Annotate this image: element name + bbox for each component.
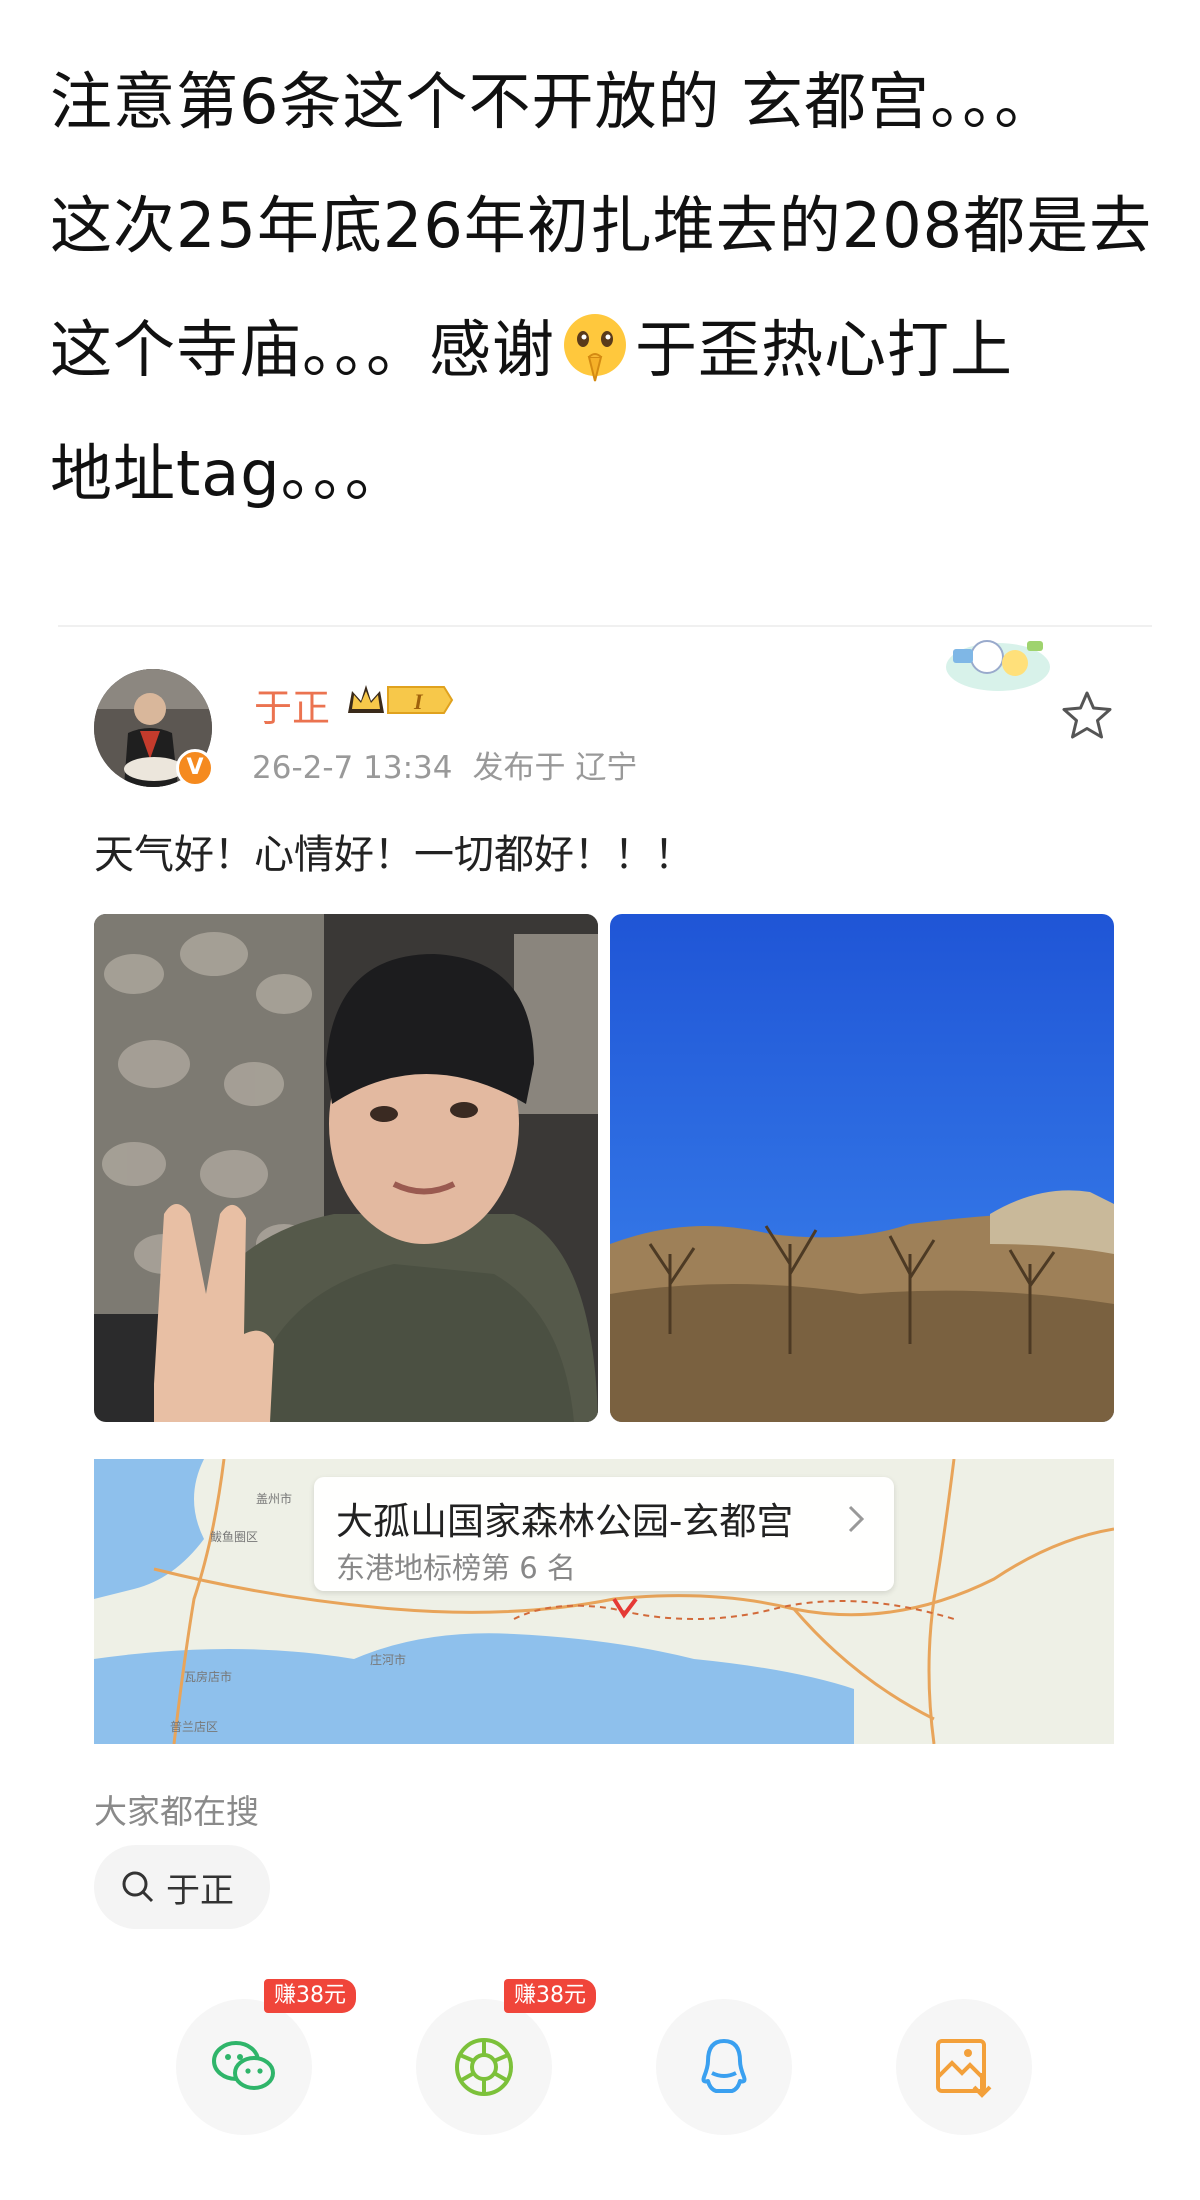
reward-badge: 赚38元 (264, 1979, 356, 2013)
map-city-label: 鲅鱼圈区 (210, 1530, 258, 1544)
trending-search-chip[interactable]: 于正 (94, 1845, 270, 1929)
location-card[interactable]: 大孤山国家森林公园-玄都宫 东港地标榜第 6 名 (314, 1477, 894, 1591)
favorite-star-icon[interactable] (1058, 687, 1116, 745)
level-text: I (413, 689, 424, 714)
chevron-right-icon (848, 1505, 865, 1533)
moments-icon (455, 2038, 513, 2096)
post-photo-landscape[interactable] (610, 914, 1114, 1422)
reward-badge: 赚38元 (504, 1979, 596, 2013)
wechat-icon (212, 2041, 275, 2090)
caption: 注意第6条这个不开放的 玄都宫。。。 这次25年底26年初扎堆去的208都是去 … (50, 40, 1160, 536)
map-city-label: 庄河市 (370, 1652, 406, 1667)
caption-line-1: 注意第6条这个不开放的 玄都宫。。。 (50, 65, 1058, 138)
selfie-image (94, 914, 598, 1422)
share-wechat-button[interactable] (176, 1999, 312, 2135)
location-map[interactable]: 盖州市 鲅鱼圈区 庄河市 瓦房店市 普兰店区 大孤山国家森林公园-玄都宫 东港地… (94, 1459, 1114, 1744)
post-location: 发布于 辽宁 (472, 750, 638, 786)
map-city-label: 普兰店区 (170, 1720, 218, 1734)
caption-line-3-pre: 这个寺庙。。。感谢 (50, 313, 556, 386)
share-qq-button[interactable] (656, 1999, 792, 2135)
caption-line-3: 这个寺庙。。。感谢 于歪热心打上 (50, 288, 1160, 412)
location-title: 大孤山国家森林公园-玄都宫 (336, 1500, 794, 1543)
sticker-decoration-icon (946, 640, 1050, 691)
save-image-button[interactable] (896, 1999, 1032, 2135)
qq-icon (701, 2039, 747, 2093)
post-photo-selfie[interactable] (94, 914, 598, 1422)
trending-search-label: 大家都在搜 (94, 1792, 259, 1831)
share-moments-button[interactable] (416, 1999, 552, 2135)
username[interactable]: 于正 (254, 677, 330, 732)
map-city-label: 盖州市 (256, 1491, 292, 1506)
post-card: V 于正 I 26-2-7 13:34 发布于 辽宁 天气好！心情好！一切都好！！… (58, 625, 1152, 2175)
landscape-image (610, 914, 1114, 1422)
map-city-label: 瓦房店市 (184, 1669, 232, 1684)
post-meta: 26-2-7 13:34 发布于 辽宁 (252, 742, 637, 787)
location-rank: 东港地标榜第 6 名 (336, 1551, 576, 1585)
caption-line-4: 地址tag。。。 (50, 437, 408, 510)
trending-search-text: 于正 (166, 1871, 234, 1911)
search-icon (122, 1871, 154, 1903)
member-level-badge-icon: I (348, 685, 454, 714)
verified-badge-icon: V (176, 749, 214, 787)
caption-line-2: 这次25年底26年初扎堆去的208都是去 (50, 189, 1153, 262)
post-timestamp: 26-2-7 13:34 (252, 750, 453, 786)
pleading-pray-emoji-icon (564, 314, 627, 382)
save-image-icon (936, 2039, 992, 2098)
post-text: 天气好！心情好！一切都好！！！ (94, 832, 694, 878)
caption-line-3-post: 于歪热心打上 (635, 313, 1014, 386)
